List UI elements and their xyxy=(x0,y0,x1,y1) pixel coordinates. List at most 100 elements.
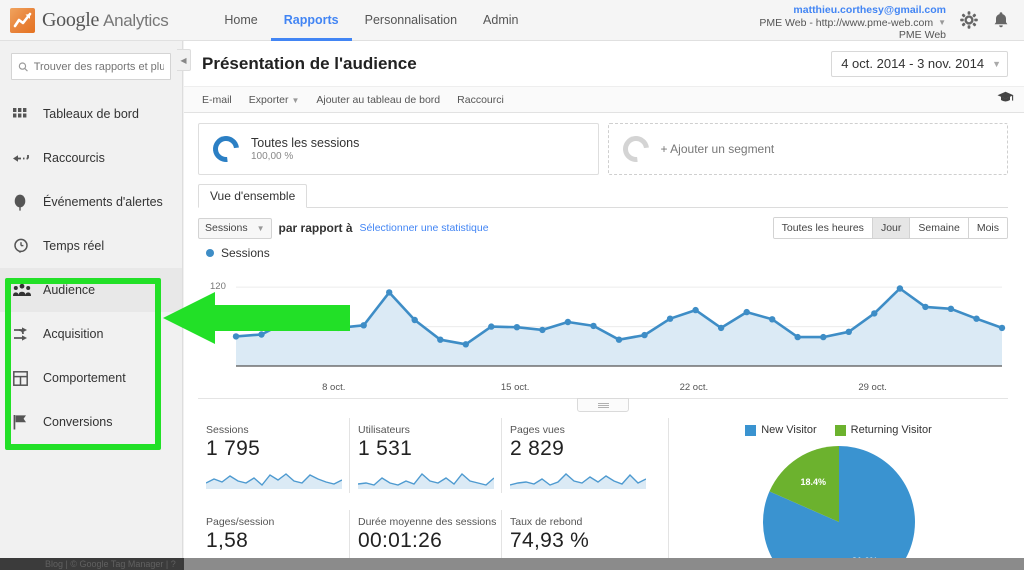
segment-all-sessions[interactable]: Toutes les sessions 100,00 % xyxy=(198,123,599,175)
chevron-down-icon: ▼ xyxy=(291,95,300,105)
sidebar-nav-list: Tableaux de bord Raccourcis Événements d… xyxy=(0,92,182,444)
sidebar-collapse-button[interactable]: ◀ xyxy=(177,49,191,71)
page-header: Présentation de l'audience 4 oct. 2014 -… xyxy=(184,41,1024,86)
sidebar-item-temps-reel[interactable]: Temps réel xyxy=(0,224,182,268)
top-navigation: Home Rapports Personnalisation Admin xyxy=(211,0,531,41)
account-selector[interactable]: matthieu.corthesy@gmail.com PME Web - ht… xyxy=(759,4,946,42)
logo-wordmark: Google Analytics xyxy=(42,9,169,32)
granularity-mois[interactable]: Mois xyxy=(968,218,1007,238)
pie-legend-returning-visitor[interactable]: Returning Visitor xyxy=(834,424,932,436)
nav-personnalisation[interactable]: Personnalisation xyxy=(352,0,470,41)
toolbar-export-button[interactable]: Exporter ▼ xyxy=(249,94,300,106)
sidebar-item-label: Raccourcis xyxy=(43,151,105,165)
sparkline-icon xyxy=(206,473,342,489)
nav-rapports[interactable]: Rapports xyxy=(271,0,352,41)
nav-admin[interactable]: Admin xyxy=(470,0,531,41)
metric-card-utilisateurs[interactable]: Utilisateurs 1 531 xyxy=(350,418,502,493)
legend-swatch xyxy=(834,424,846,436)
chevron-down-icon[interactable]: ▼ xyxy=(938,17,946,30)
sidebar-item-comportement[interactable]: Comportement xyxy=(0,356,182,400)
new-vs-returning-panel: New Visitor Returning Visitor 81.6%18.4% xyxy=(668,418,1008,570)
granularity-toutes-les-heures[interactable]: Toutes les heures xyxy=(773,218,873,238)
sidebar-item-label: Temps réel xyxy=(43,239,105,253)
chart-legend: Sessions xyxy=(184,239,1024,260)
metric-value: 00:01:26 xyxy=(358,529,443,552)
chart-resize-handle[interactable] xyxy=(577,398,629,412)
metric-select[interactable]: Sessions ▼ xyxy=(198,217,272,239)
report-toolbar: E-mail Exporter ▼ Ajouter au tableau de b… xyxy=(184,86,1024,113)
sidebar-item-evenements-dalertes[interactable]: Événements d'alertes xyxy=(0,180,182,224)
pie-chart-wrapper[interactable]: 81.6%18.4% xyxy=(669,442,1008,570)
sessions-line-chart[interactable]: 120 60 8 oct. 15 oct. 22 oct. 29 oct. xyxy=(198,262,1008,393)
granularity-button-group: Toutes les heures Jour Semaine Mois xyxy=(772,217,1008,239)
sidebar-item-conversions[interactable]: Conversions xyxy=(0,400,182,444)
account-email: matthieu.corthesy@gmail.com xyxy=(793,4,946,16)
date-range-picker[interactable]: 4 oct. 2014 - 3 nov. 2014 ▼ xyxy=(831,50,1008,77)
sidebar-item-label: Acquisition xyxy=(43,327,104,341)
select-metric-link[interactable]: Sélectionner une statistique xyxy=(360,222,489,234)
metric-label: Sessions xyxy=(206,424,249,436)
nav-home[interactable]: Home xyxy=(211,0,270,41)
metric-card-pages-vues[interactable]: Pages vues 2 829 xyxy=(502,418,654,493)
sidebar-search-wrapper xyxy=(0,41,182,86)
analytics-logo-icon xyxy=(10,7,35,33)
legend-label: New Visitor xyxy=(761,424,817,436)
chart-controls: Sessions ▼ par rapport à Sélectionner un… xyxy=(184,208,1024,239)
granularity-jour[interactable]: Jour xyxy=(872,218,911,238)
tab-vue-densemble[interactable]: Vue d'ensemble xyxy=(198,184,308,208)
sidebar-item-label: Conversions xyxy=(43,415,113,429)
pie-legend-new-visitor[interactable]: New Visitor xyxy=(745,424,817,436)
sidebar-item-label: Tableaux de bord xyxy=(43,107,139,121)
toolbar-email-button[interactable]: E-mail xyxy=(202,94,232,106)
x-axis-tick-label: 15 oct. xyxy=(500,382,530,393)
segment-add-button[interactable]: + Ajouter un segment xyxy=(607,123,1008,175)
svg-text:18.4%: 18.4% xyxy=(800,477,826,487)
pie-chart-svg: 81.6%18.4% xyxy=(762,446,915,570)
segment-percent: 100,00 % xyxy=(251,151,294,162)
x-axis-tick-label: 29 oct. xyxy=(858,382,887,393)
metric-label: Durée moyenne des sessions xyxy=(358,516,497,528)
metric-value: 2 829 xyxy=(510,437,565,460)
toolbar-shortcut-button[interactable]: Raccourci xyxy=(457,94,504,106)
sidebar-item-raccourcis[interactable]: Raccourcis xyxy=(0,136,182,180)
legend-swatch xyxy=(745,424,757,436)
graduation-cap-icon[interactable] xyxy=(997,91,1014,109)
y-axis-tick-mid: 60 xyxy=(216,320,227,332)
sparkline-icon xyxy=(358,472,494,489)
legend-label: Sessions xyxy=(221,246,270,260)
pie-legend: New Visitor Returning Visitor xyxy=(669,424,1008,436)
footer-grey-strip xyxy=(184,558,1024,570)
add-segment-label: + Ajouter un segment xyxy=(660,142,775,156)
account-property: PME Web - http://www.pme-web.com ▼ xyxy=(759,16,946,30)
sidebar-item-label: Comportement xyxy=(43,371,126,385)
sidebar: ◀ Tableaux de bord xyxy=(0,41,191,570)
sidebar-item-audience[interactable]: Audience xyxy=(0,268,182,312)
gear-icon[interactable] xyxy=(958,9,980,31)
search-box[interactable] xyxy=(11,53,171,80)
page-title: Présentation de l'audience xyxy=(202,53,417,73)
metric-value: 74,93 % xyxy=(510,529,590,552)
toolbar-add-to-dashboard-button[interactable]: Ajouter au tableau de bord xyxy=(316,94,440,106)
sparkline-icon xyxy=(510,473,646,489)
chart-resize-row xyxy=(198,398,1008,414)
metric-value: 1,58 xyxy=(206,529,249,552)
line-chart-svg xyxy=(232,285,1006,367)
sidebar-item-acquisition[interactable]: Acquisition xyxy=(0,312,182,356)
bell-icon[interactable] xyxy=(990,9,1012,31)
date-range-label: 4 oct. 2014 - 3 nov. 2014 xyxy=(841,56,985,71)
search-input[interactable] xyxy=(33,60,164,73)
arrows-split-icon xyxy=(13,326,37,342)
granularity-semaine[interactable]: Semaine xyxy=(910,218,969,238)
segments-row: Toutes les sessions 100,00 % + Ajouter u… xyxy=(184,113,1024,175)
legend-label: Returning Visitor xyxy=(850,424,932,436)
sidebar-item-tableaux-de-bord[interactable]: Tableaux de bord xyxy=(0,92,182,136)
google-analytics-logo[interactable]: Google Analytics xyxy=(10,7,169,33)
metric-value: 1 531 xyxy=(358,437,413,460)
sidebar-item-label: Audience xyxy=(43,283,96,297)
grid-icon xyxy=(13,107,37,122)
metrics-grid: Sessions 1 795 Utilisateurs 1 531 Pages … xyxy=(198,418,668,570)
clock-icon xyxy=(13,238,37,254)
main-content: Présentation de l'audience 4 oct. 2014 -… xyxy=(184,41,1024,570)
metric-card-sessions[interactable]: Sessions 1 795 xyxy=(198,418,350,493)
segment-ring-icon xyxy=(207,130,245,168)
